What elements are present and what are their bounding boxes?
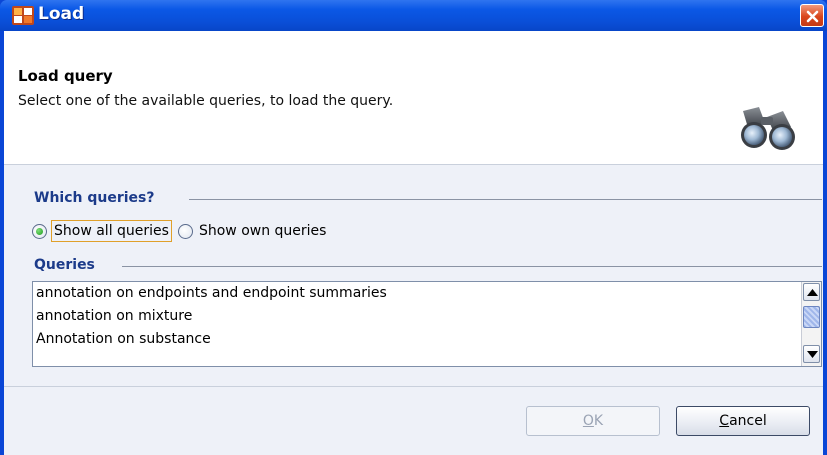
dialog-header: Load query Select one of the available q… [4,31,823,165]
arrow-up-icon [807,289,818,296]
queries-list[interactable]: annotation on endpoints and endpoint sum… [32,281,822,367]
list-item[interactable]: annotation on mixture [33,305,821,328]
query-filter-radio-group: Show all queries Show own queries [32,218,328,244]
queries-heading: Queries [34,257,95,273]
show-own-queries-radio[interactable] [177,223,193,239]
queries-scrollbar[interactable] [801,282,821,366]
load-dialog-window: Load Load query Select one of the availa… [0,0,827,455]
binoculars-icon [741,107,795,150]
cancel-button[interactable]: Cancel [676,406,810,436]
which-queries-heading: Which queries? [34,190,155,206]
show-own-queries-label[interactable]: Show own queries [197,221,329,241]
title-bar[interactable]: Load [0,0,827,31]
dialog-body: Load query Select one of the available q… [4,31,823,455]
close-button[interactable] [800,4,824,27]
ok-button-mnemonic: O [582,413,594,429]
scroll-up-button[interactable] [803,283,820,301]
window-title: Load [38,4,85,24]
ok-button-label: K [593,413,604,429]
cancel-button-mnemonic: C [719,413,730,429]
cancel-button-label: ancel [729,413,767,429]
header-title: Load query [18,67,113,85]
close-icon [806,10,819,23]
show-all-queries-radio[interactable] [32,223,47,239]
scroll-thumb[interactable] [803,306,820,328]
scroll-down-button[interactable] [803,345,820,363]
app-logo-icon [12,6,34,25]
which-queries-divider [189,199,822,200]
footer-divider [4,386,823,387]
header-description: Select one of the available queries, to … [18,93,394,109]
show-all-queries-label[interactable]: Show all queries [51,220,172,242]
arrow-down-icon [807,351,818,358]
queries-divider [122,266,822,267]
list-item[interactable]: annotation on endpoints and endpoint sum… [33,282,821,305]
ok-button[interactable]: OK [526,406,660,436]
list-item[interactable]: Annotation on substance [33,328,821,351]
